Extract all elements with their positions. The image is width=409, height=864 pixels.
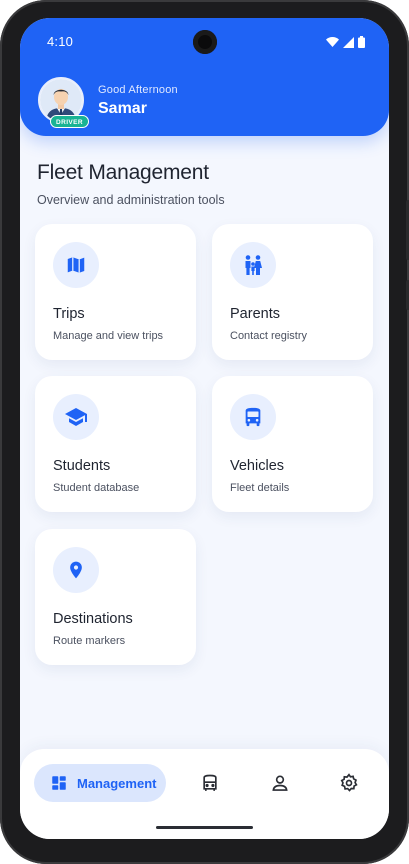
card-subtitle: Manage and view trips	[53, 330, 164, 342]
card-icon-bg	[230, 242, 276, 288]
card-subtitle: Fleet details	[230, 482, 290, 494]
app-screen: 4:10 DRIVER Good Afternoon Samar Fleet M…	[20, 18, 389, 839]
card-title: Students	[53, 458, 111, 474]
card-destinations[interactable]: Destinations Route markers	[35, 529, 196, 665]
bus-icon	[245, 407, 261, 427]
nav-item-settings[interactable]	[336, 770, 362, 796]
avatar-container[interactable]: DRIVER	[38, 77, 89, 128]
card-parents[interactable]: Parents Contact registry	[212, 224, 373, 360]
app-header: 4:10 DRIVER Good Afternoon Samar	[20, 18, 389, 136]
bus-icon	[203, 774, 217, 791]
card-subtitle: Contact registry	[230, 330, 308, 342]
page-subtitle: Overview and administration tools	[37, 193, 225, 207]
nav-item-profile[interactable]	[267, 770, 293, 796]
battery-icon	[358, 36, 365, 48]
card-trips[interactable]: Trips Manage and view trips	[35, 224, 196, 360]
signal-icon	[343, 36, 354, 48]
card-subtitle: Route markers	[53, 635, 126, 647]
graduation-cap-icon	[65, 408, 87, 426]
card-icon-bg	[53, 547, 99, 593]
location-pin-icon	[70, 561, 82, 579]
status-icons	[326, 36, 365, 48]
card-icon-bg	[53, 242, 99, 288]
card-title: Destinations	[53, 611, 133, 627]
map-icon	[67, 257, 85, 273]
family-icon	[245, 255, 262, 275]
phone-frame: 4:10 DRIVER Good Afternoon Samar Fleet M…	[0, 0, 409, 864]
status-time: 4:10	[47, 34, 74, 49]
wifi-icon	[326, 37, 339, 47]
card-title: Parents	[230, 306, 280, 322]
card-subtitle: Student database	[53, 482, 140, 494]
card-icon-bg	[53, 394, 99, 440]
card-students[interactable]: Students Student database	[35, 376, 196, 512]
status-bar: 4:10	[20, 18, 389, 64]
home-indicator[interactable]	[156, 826, 253, 829]
nav-active-label: Management	[77, 775, 157, 791]
person-icon	[272, 775, 288, 791]
nav-item-management[interactable]: Management	[34, 764, 166, 802]
nav-item-vehicles[interactable]	[197, 770, 223, 796]
card-icon-bg	[230, 394, 276, 440]
greeting-text: Good Afternoon	[98, 84, 178, 96]
dashboard-icon	[52, 776, 66, 790]
page-title: Fleet Management	[37, 161, 209, 184]
card-title: Vehicles	[230, 458, 285, 474]
card-vehicles[interactable]: Vehicles Fleet details	[212, 376, 373, 512]
user-name: Samar	[98, 100, 147, 117]
gear-icon	[340, 773, 358, 792]
front-camera	[193, 30, 217, 54]
card-title: Trips	[53, 306, 85, 322]
role-badge: DRIVER	[50, 115, 89, 128]
